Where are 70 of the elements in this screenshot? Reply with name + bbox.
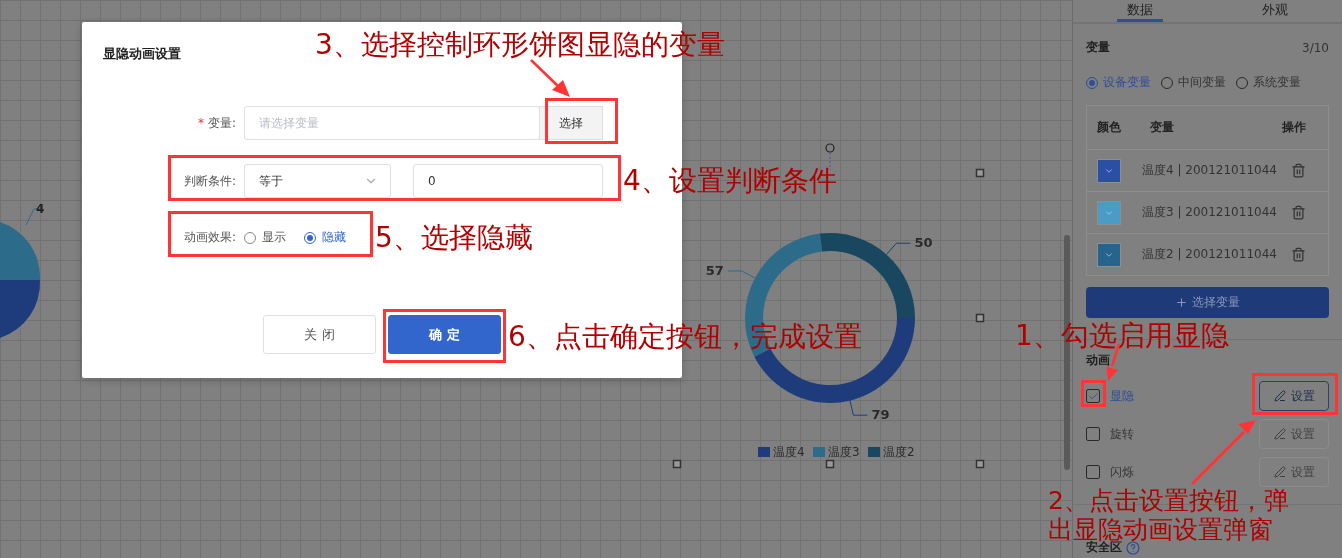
resize-handle[interactable] (975, 459, 985, 469)
checkbox[interactable] (1086, 389, 1100, 403)
annotation-text: 1、勾选启用显隐 (1015, 318, 1229, 354)
condition-select[interactable]: 等于 (244, 164, 391, 198)
color-picker[interactable] (1097, 200, 1121, 225)
data-label: 4 (36, 202, 45, 216)
column-header: 变量 (1149, 119, 1175, 136)
color-picker[interactable] (1097, 158, 1121, 183)
resize-handle[interactable] (975, 313, 985, 323)
legend-label: 温度3 (828, 445, 860, 459)
required-mark: * (197, 116, 204, 130)
check-icon (1087, 390, 1099, 402)
resize-handle[interactable] (975, 168, 985, 178)
column-header: 操作 (1281, 119, 1307, 136)
annotation-text: 5、选择隐藏 (375, 220, 533, 256)
checkbox-label: 闪烁 (1110, 463, 1135, 481)
field-label: 动画效果: (182, 229, 236, 246)
annotation-arrow (1190, 418, 1258, 486)
leader-line (885, 242, 911, 255)
color-picker[interactable] (1097, 242, 1121, 267)
section-title: 变量 (1086, 39, 1110, 56)
column-header: 颜色 (1096, 119, 1122, 136)
pen-icon (1273, 428, 1286, 440)
leader-line (849, 400, 868, 416)
value-input[interactable]: 0 (413, 164, 603, 198)
checkbox-label: 旋转 (1110, 425, 1135, 443)
settings-button[interactable]: 设置 (1259, 381, 1329, 411)
variable-count: 3/10 (1302, 40, 1329, 55)
pen-icon (1273, 466, 1286, 478)
radio-label: 系统变量 (1253, 74, 1301, 91)
radio-option[interactable]: 中间变量 (1161, 74, 1226, 91)
radio-label: 显示 (262, 229, 286, 246)
confirm-button[interactable]: 确 定 (388, 315, 501, 354)
field-label: 判断条件: (182, 172, 236, 190)
annotation-arrow (529, 58, 572, 99)
table-cell-text: 温度3 | 200121011044 (1142, 204, 1278, 221)
radio-option[interactable]: 系统变量 (1236, 74, 1301, 91)
section-title: 动画 (1086, 352, 1110, 369)
highlight-frame (1081, 380, 1106, 407)
data-label: 79 (871, 407, 890, 423)
radio-label: 中间变量 (1178, 74, 1226, 91)
table-cell-text: 温度4 | 200121011044 (1142, 162, 1278, 179)
legend-label: 温度4 (773, 445, 805, 459)
legend-label: 温度2 (883, 445, 915, 459)
field-label: 变量: (207, 114, 236, 132)
resize-handle[interactable] (672, 459, 682, 469)
data-label: 57 (705, 262, 724, 278)
panel-tab[interactable]: 外观 (1251, 0, 1298, 22)
checkbox-label: 显隐 (1110, 387, 1135, 405)
checkbox[interactable] (1086, 465, 1100, 479)
table-cell-text: 温度2 | 200121011044 (1142, 246, 1278, 263)
radio-label: 设备变量 (1103, 74, 1151, 91)
select-value: 等于 (259, 172, 283, 190)
data-label: 50 (914, 235, 933, 251)
panel-tab[interactable]: 数据 (1117, 0, 1164, 22)
plus-icon (1175, 296, 1188, 309)
resize-handle[interactable] (825, 459, 835, 469)
help-icon[interactable] (1126, 540, 1140, 555)
radio-option[interactable]: 显示 (244, 229, 286, 246)
select-button[interactable]: 选择 (539, 106, 603, 140)
dialog-title: 显隐动画设置 (103, 45, 181, 63)
pen-icon (1273, 390, 1286, 402)
rotate-handle[interactable] (825, 143, 835, 153)
close-button[interactable]: 关 闭 (263, 315, 376, 354)
add-variable-button[interactable]: 选择变量 (1086, 287, 1329, 318)
radio-option[interactable]: 隐藏 (304, 229, 346, 246)
checkbox[interactable] (1086, 427, 1100, 441)
radio-label: 隐藏 (322, 229, 346, 246)
leader-line (727, 270, 756, 279)
variable-input[interactable]: 请选择变量 (244, 106, 540, 140)
